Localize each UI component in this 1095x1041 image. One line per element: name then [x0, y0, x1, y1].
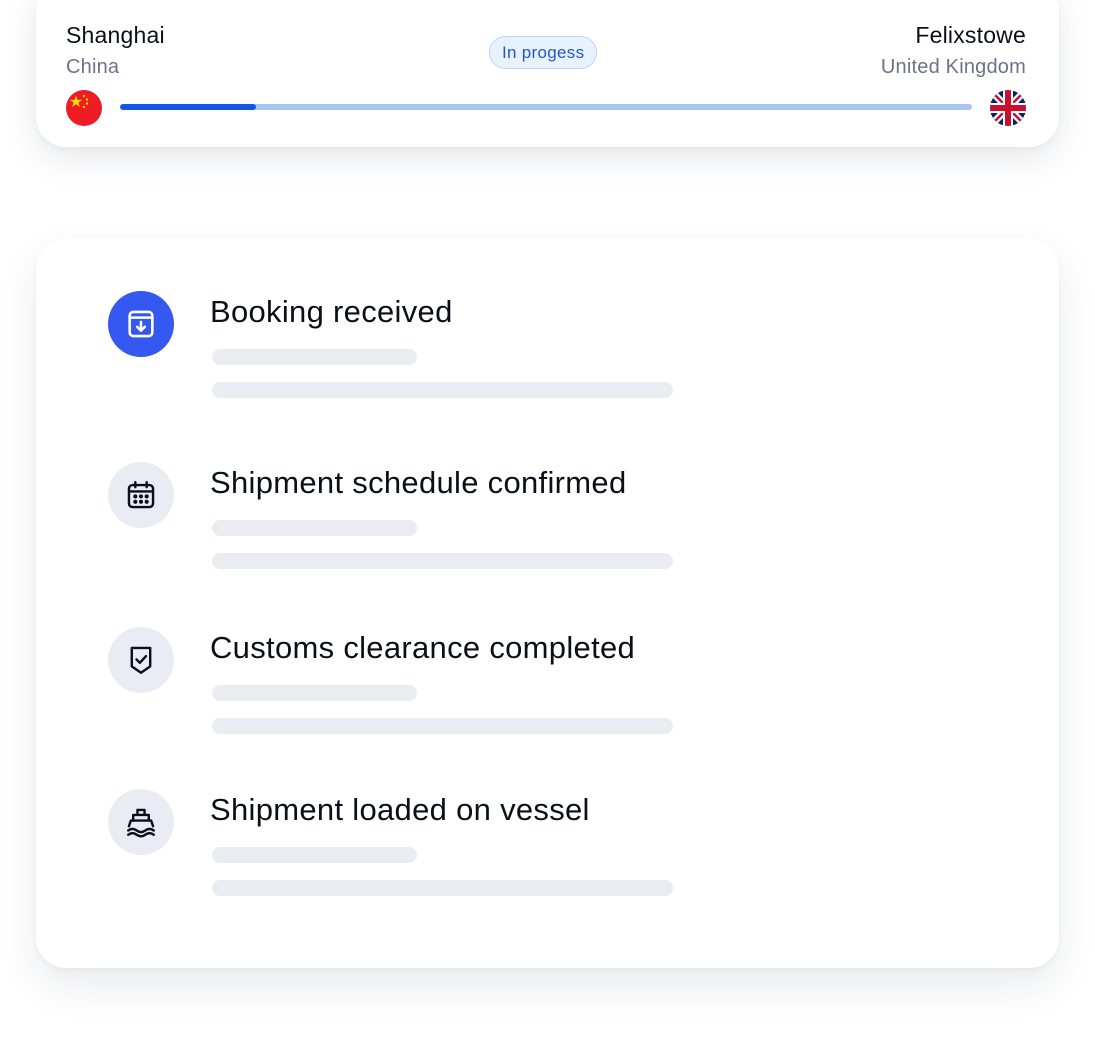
timeline-step-schedule-confirmed: Shipment schedule confirmed [108, 462, 1008, 605]
shipment-progress-bar [120, 104, 972, 110]
timeline-step-customs-cleared: Customs clearance completed [108, 627, 1008, 770]
calendar-icon [108, 462, 174, 528]
china-flag-icon [66, 90, 102, 126]
timeline-step-booking-received: Booking received [108, 291, 1008, 434]
shield-check-icon [108, 627, 174, 693]
origin-city: Shanghai [66, 22, 165, 48]
skeleton-line [212, 847, 417, 863]
skeleton-line [212, 349, 417, 365]
archive-download-icon [108, 291, 174, 357]
uk-flag-icon [990, 90, 1026, 126]
timeline-step-loaded-on-vessel: Shipment loaded on vessel [108, 789, 1008, 932]
skeleton-line [212, 520, 417, 536]
skeleton-line [212, 718, 673, 734]
skeleton-line [212, 382, 673, 398]
skeleton-line [212, 685, 417, 701]
progress-fill [120, 104, 257, 110]
ship-icon [108, 789, 174, 855]
step-title: Shipment schedule confirmed [210, 465, 627, 500]
route-card: Shanghai China In progess Felixstowe Uni… [36, 0, 1059, 147]
step-title: Customs clearance completed [210, 630, 636, 665]
status-badge: In progess [489, 36, 598, 69]
destination-country: United Kingdom [880, 56, 1026, 78]
step-title: Booking received [210, 294, 453, 329]
skeleton-line [212, 553, 673, 569]
destination-city: Felixstowe [915, 22, 1026, 48]
origin-country: China [66, 56, 120, 78]
step-title: Shipment loaded on vessel [210, 792, 590, 827]
skeleton-line [212, 880, 673, 896]
shipment-timeline-card: Booking received Shipment schedule confi… [36, 238, 1059, 968]
